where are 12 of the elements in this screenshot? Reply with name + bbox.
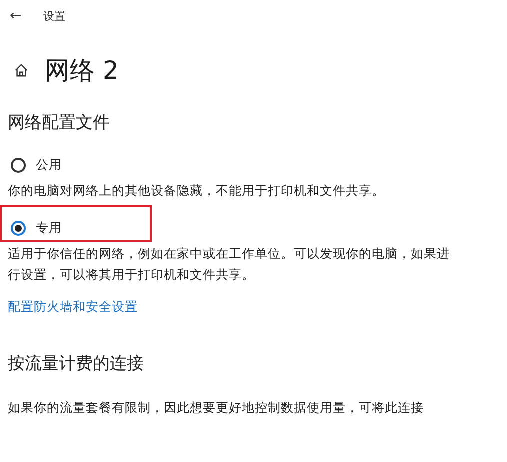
section-heading: 按流量计费的连接 (8, 353, 145, 375)
app-title: 设置 (44, 8, 66, 24)
back-button[interactable]: ← (6, 8, 26, 24)
home-icon (14, 63, 29, 78)
radio-button[interactable]: 专用 (8, 215, 507, 241)
option-description: 适用于你信任的网络，例如在家中或在工作单位。可以发现你的电脑，如果进行设置，可以将其用于打印机和文件共享。 (8, 245, 451, 284)
section-heading: 网络配置文件 (8, 112, 111, 134)
page-title: 网络 2 (45, 55, 119, 87)
section-description: 如果你的流量套餐有限制，因此想要更好地控制数据使用量，可将此连接 (8, 399, 425, 417)
option-description: 你的电脑对网络上的其他设备隐藏，不能用于打印机和文件共享。 (8, 182, 386, 200)
firewall-link[interactable]: 配置防火墙和安全设置 (8, 299, 507, 316)
radio-button[interactable]: 公用 (8, 152, 507, 178)
